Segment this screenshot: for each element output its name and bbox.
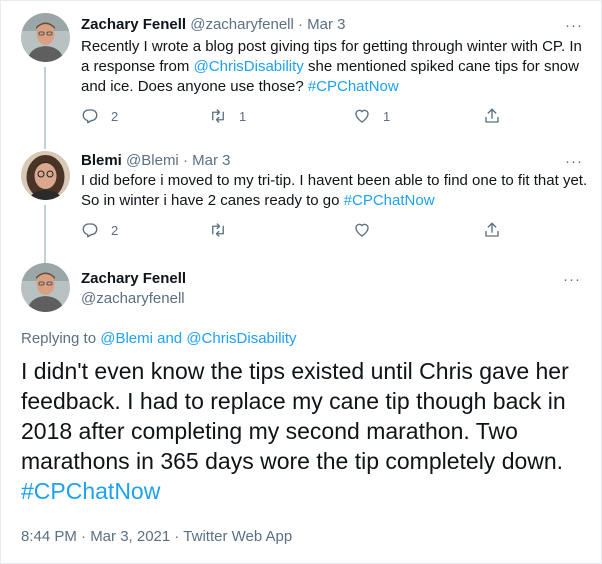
like-button[interactable]: 1	[353, 107, 390, 125]
tweet-actions: 2	[81, 221, 511, 241]
tweet-date[interactable]: Mar 3	[307, 16, 345, 33]
tweet-text-part: I did before i moved to my tri-tip. I ha…	[81, 172, 588, 209]
main-author-name[interactable]: Zachary Fenell	[81, 269, 186, 288]
thread-connector	[44, 67, 46, 149]
share-icon	[485, 108, 499, 123]
tweet-thread-card: Zachary Fenell @zacharyfenell · Mar 3 ··…	[0, 0, 602, 564]
tweet-1[interactable]: Zachary Fenell @zacharyfenell · Mar 3 ··…	[1, 1, 602, 149]
main-author-handle[interactable]: @zacharyfenell	[81, 289, 185, 308]
share-button[interactable]	[483, 107, 501, 125]
tweet-text: Recently I wrote a blog post giving tips…	[81, 37, 591, 97]
like-button[interactable]	[353, 221, 371, 239]
reply-icon	[82, 109, 98, 124]
like-icon	[355, 223, 369, 237]
tweet-2[interactable]: Blemi @Blemi · Mar 3 ··· I did before i …	[1, 141, 602, 265]
replying-prefix: Replying to	[21, 330, 101, 347]
avatar-blemi[interactable]	[21, 151, 70, 200]
like-icon	[355, 109, 369, 123]
hashtag-link[interactable]: #CPChatNow	[308, 78, 399, 95]
retweet-button[interactable]: 1	[209, 107, 246, 125]
reply-icon	[82, 223, 98, 238]
retweet-icon	[212, 223, 224, 237]
author-handle[interactable]: @zacharyfenell	[190, 16, 294, 33]
share-button[interactable]	[483, 221, 501, 239]
tweet-text: I did before i moved to my tri-tip. I ha…	[81, 171, 591, 211]
retweet-icon	[212, 109, 224, 123]
author-name[interactable]: Blemi	[81, 152, 122, 169]
reply-count: 2	[111, 108, 119, 124]
avatar-zachary[interactable]	[21, 13, 70, 62]
mention-link[interactable]: @ChrisDisability	[194, 58, 304, 75]
tweet-header: Blemi @Blemi · Mar 3	[81, 151, 230, 170]
main-tweet-text: I didn't even know the tips existed unti…	[21, 356, 591, 506]
tweet-actions: 2 1 1	[81, 107, 511, 127]
hashtag-link[interactable]: #CPChatNow	[344, 192, 435, 209]
reply-button[interactable]: 2	[81, 107, 118, 125]
more-icon[interactable]: ···	[565, 154, 583, 169]
separator: ·	[298, 16, 303, 33]
replying-to-links[interactable]: @Blemi and @ChrisDisability	[100, 330, 296, 347]
reply-count: 2	[111, 222, 119, 238]
like-count: 1	[383, 108, 391, 124]
more-icon[interactable]: ···	[563, 272, 581, 287]
hashtag-link[interactable]: #CPChatNow	[21, 478, 160, 504]
tweet-date[interactable]: Mar 3	[192, 152, 230, 169]
author-name[interactable]: Zachary Fenell	[81, 16, 186, 33]
thread-connector	[44, 205, 46, 265]
main-tweet-body: I didn't even know the tips existed unti…	[21, 358, 569, 474]
tweet-header: Zachary Fenell @zacharyfenell · Mar 3	[81, 15, 346, 34]
reply-button[interactable]: 2	[81, 221, 118, 239]
avatar-zachary-main[interactable]	[21, 263, 70, 312]
author-handle[interactable]: @Blemi	[126, 152, 179, 169]
tweet-timestamp[interactable]: 8:44 PM · Mar 3, 2021 · Twitter Web App	[21, 527, 292, 546]
more-icon[interactable]: ···	[565, 18, 583, 33]
replying-to: Replying to @Blemi and @ChrisDisability	[21, 329, 297, 348]
share-icon	[485, 222, 499, 237]
retweet-button[interactable]	[209, 221, 227, 239]
separator: ·	[182, 152, 188, 169]
retweet-count: 1	[239, 108, 247, 124]
